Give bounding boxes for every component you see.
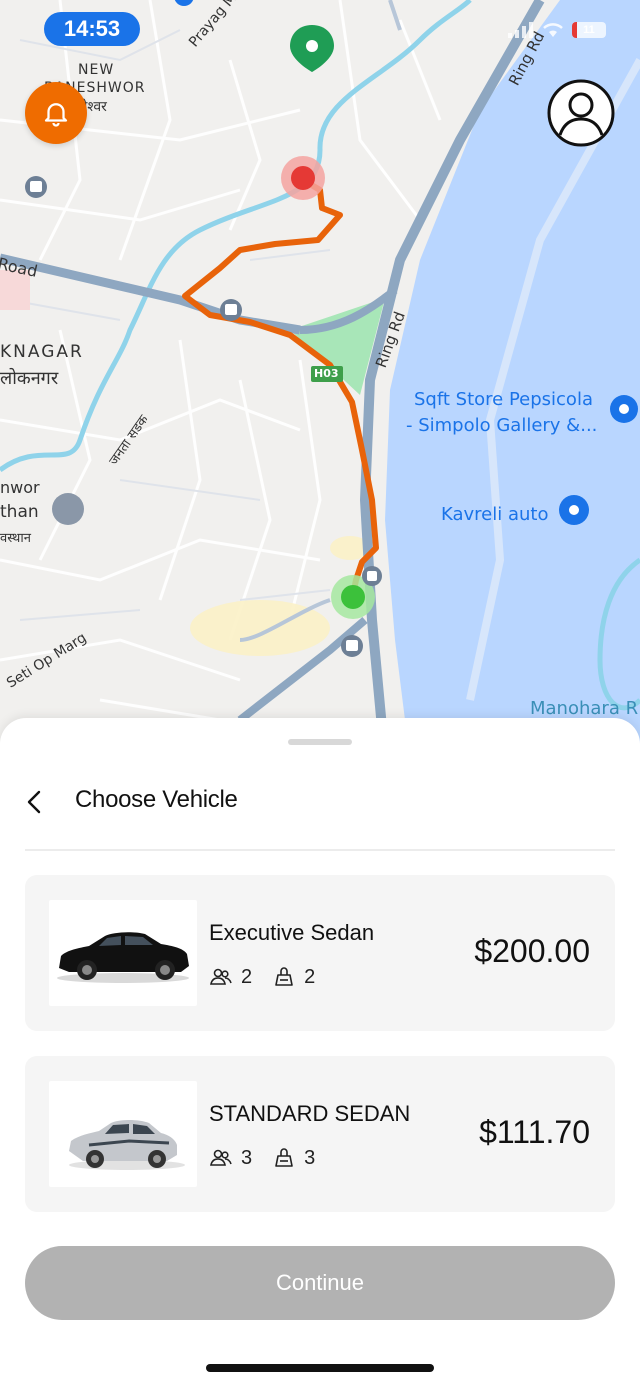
vehicle-name: Executive Sedan [209, 920, 375, 945]
signal-icon [508, 22, 533, 38]
passengers-icon [209, 1146, 233, 1170]
status-icons: 11 [508, 22, 606, 38]
vehicle-price: $200.00 [474, 933, 590, 969]
home-indicator [206, 1364, 434, 1372]
poi-label[interactable]: - Simpolo Gallery &... [406, 415, 597, 436]
vehicle-option-standard-sedan[interactable]: STANDARD SEDAN 3 3 $111.70 [25, 1056, 615, 1212]
page-title: Choose Vehicle [75, 786, 238, 813]
luggage-icon [272, 1146, 296, 1170]
passengers-icon [209, 965, 233, 989]
vehicle-price: $111.70 [479, 1114, 590, 1150]
luggage-count: 2 [304, 965, 316, 988]
poi-label[interactable]: Kavreli auto [441, 504, 548, 525]
map-label: लोकनगर [0, 368, 59, 389]
luggage-icon [272, 965, 296, 989]
bell-icon [44, 103, 68, 127]
profile-button[interactable] [547, 79, 615, 147]
back-button[interactable] [18, 786, 50, 818]
luggage-count: 3 [304, 1146, 316, 1169]
chevron-left-icon [27, 790, 41, 814]
car-icon [57, 932, 189, 983]
passenger-count: 2 [241, 965, 253, 988]
car-icon [69, 1120, 185, 1170]
map-label: वस्थान [0, 531, 31, 546]
vehicle-name: STANDARD SEDAN [209, 1101, 411, 1126]
highway-shield: H03 [314, 367, 339, 380]
battery-indicator: 11 [572, 22, 606, 38]
map-label: Manohara R [530, 698, 639, 719]
vehicle-capacity: 3 3 [209, 1146, 315, 1170]
notification-button[interactable] [25, 82, 87, 144]
map-label: nwor [0, 478, 40, 497]
status-time: 14:53 [44, 12, 140, 46]
passenger-count: 3 [241, 1146, 253, 1169]
poi-label[interactable]: Sqft Store Pepsicola [414, 389, 593, 410]
wifi-icon [543, 23, 563, 37]
map-view[interactable]: NEW BANESHWOR बानेश्वर Prayag Marg Ring … [0, 0, 640, 760]
map-label: than [0, 502, 39, 522]
sheet-drag-handle[interactable] [288, 739, 352, 745]
vehicle-option-executive-sedan[interactable]: Executive Sedan 2 2 $200.00 [25, 875, 615, 1031]
map-label: NEW [78, 62, 115, 78]
vehicle-image [49, 1081, 197, 1187]
continue-button[interactable]: Continue [25, 1246, 615, 1320]
vehicle-image [49, 900, 197, 1006]
vehicle-capacity: 2 2 [209, 965, 315, 989]
divider [25, 849, 615, 851]
map-label: KNAGAR [0, 342, 84, 362]
user-avatar-icon [547, 79, 615, 147]
vehicle-sheet: Choose Vehicle Executive Sedan 2 2 $200.… [0, 718, 640, 1385]
